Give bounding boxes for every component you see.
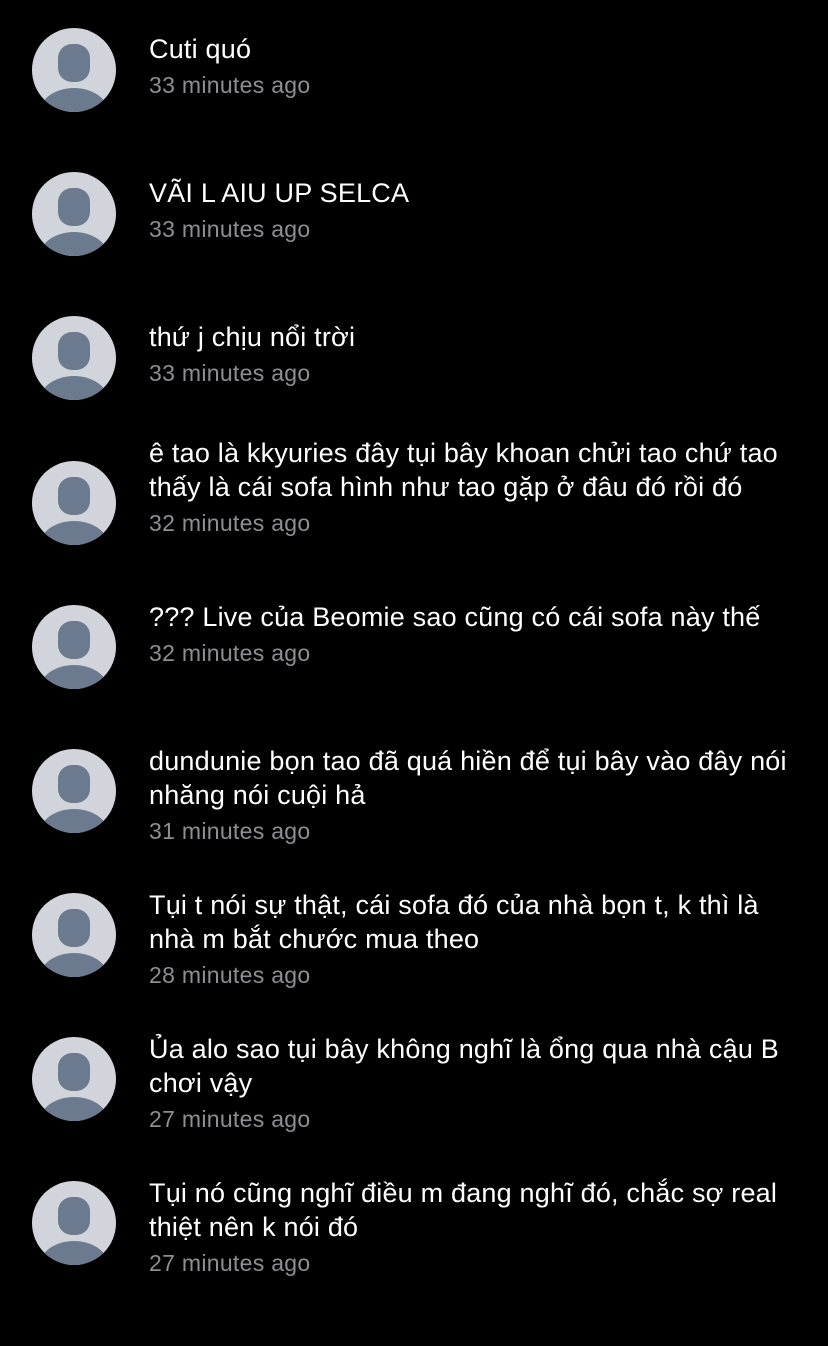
- avatar[interactable]: [32, 1037, 116, 1121]
- avatar[interactable]: [32, 749, 116, 833]
- avatar[interactable]: [32, 316, 116, 400]
- default-user-icon: [32, 28, 116, 112]
- avatar[interactable]: [32, 1181, 116, 1265]
- comment-body: Tụi nó cũng nghĩ điều m đang nghĩ đó, ch…: [149, 1176, 809, 1278]
- comment-text: Tụi nó cũng nghĩ điều m đang nghĩ đó, ch…: [149, 1178, 778, 1242]
- default-user-icon: [32, 172, 116, 256]
- avatar[interactable]: [32, 461, 116, 545]
- avatar[interactable]: [32, 28, 116, 112]
- comment-body: Ủa alo sao tụi bây không nghĩ là ổng qua…: [149, 1032, 809, 1134]
- comment-item[interactable]: ??? Live của Beomie sao cũng có cái sofa…: [0, 600, 828, 720]
- default-user-icon: [32, 893, 116, 977]
- comment-item[interactable]: Ủa alo sao tụi bây không nghĩ là ổng qua…: [0, 1032, 828, 1152]
- comment-body: ê tao là kkyuries đây tụi bây khoan chửi…: [149, 436, 809, 538]
- comment-item[interactable]: Tụi t nói sự thật, cái sofa đó của nhà b…: [0, 888, 828, 1008]
- comment-item[interactable]: ê tao là kkyuries đây tụi bây khoan chửi…: [0, 436, 828, 556]
- default-user-icon: [32, 316, 116, 400]
- comment-text: Ủa alo sao tụi bây không nghĩ là ổng qua…: [149, 1034, 779, 1098]
- comment-item[interactable]: thứ j chịu nổi trời 33 minutes ago: [0, 316, 828, 436]
- comment-text: ê tao là kkyuries đây tụi bây khoan chửi…: [149, 438, 778, 502]
- comment-timestamp: 33 minutes ago: [149, 216, 311, 242]
- comment-body: thứ j chịu nổi trời 33 minutes ago: [149, 320, 809, 388]
- default-user-icon: [32, 1181, 116, 1265]
- comment-timestamp: 33 minutes ago: [149, 72, 311, 98]
- default-user-icon: [32, 605, 116, 689]
- comment-timestamp: 33 minutes ago: [149, 360, 311, 386]
- avatar[interactable]: [32, 172, 116, 256]
- comment-text: Cuti quó: [149, 34, 252, 64]
- comment-text: Tụi t nói sự thật, cái sofa đó của nhà b…: [149, 890, 759, 954]
- comment-timestamp: 28 minutes ago: [149, 962, 311, 988]
- comment-body: Cuti quó 33 minutes ago: [149, 32, 809, 100]
- default-user-icon: [32, 1037, 116, 1121]
- comment-text: VÃI L AIU UP SELCA: [149, 178, 410, 208]
- default-user-icon: [32, 461, 116, 545]
- avatar[interactable]: [32, 893, 116, 977]
- comment-item[interactable]: Cuti quó 33 minutes ago: [0, 28, 828, 148]
- comment-text: ??? Live của Beomie sao cũng có cái sofa…: [149, 602, 761, 632]
- comment-body: Tụi t nói sự thật, cái sofa đó của nhà b…: [149, 888, 809, 990]
- comment-item[interactable]: Tụi nó cũng nghĩ điều m đang nghĩ đó, ch…: [0, 1176, 828, 1296]
- comment-item[interactable]: VÃI L AIU UP SELCA 33 minutes ago: [0, 172, 828, 292]
- avatar[interactable]: [32, 605, 116, 689]
- comment-body: ??? Live của Beomie sao cũng có cái sofa…: [149, 600, 809, 668]
- comment-item[interactable]: dundunie bọn tao đã quá hiền để tụi bây …: [0, 744, 828, 864]
- default-user-icon: [32, 749, 116, 833]
- comment-timestamp: 32 minutes ago: [149, 510, 311, 536]
- comment-body: dundunie bọn tao đã quá hiền để tụi bây …: [149, 744, 809, 846]
- comment-text: dundunie bọn tao đã quá hiền để tụi bây …: [149, 746, 787, 810]
- comment-timestamp: 27 minutes ago: [149, 1106, 311, 1132]
- comment-timestamp: 27 minutes ago: [149, 1250, 311, 1276]
- comment-body: VÃI L AIU UP SELCA 33 minutes ago: [149, 176, 809, 244]
- comment-text: thứ j chịu nổi trời: [149, 322, 356, 352]
- comment-timestamp: 31 minutes ago: [149, 818, 311, 844]
- comment-timestamp: 32 minutes ago: [149, 640, 311, 666]
